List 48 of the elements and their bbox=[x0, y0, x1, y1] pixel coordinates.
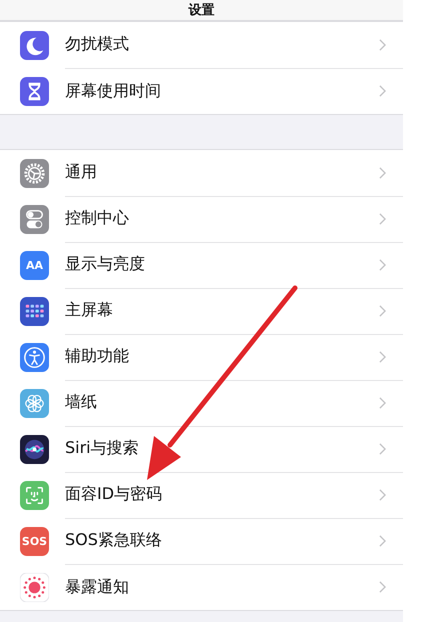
text-icon: AA bbox=[20, 250, 49, 280]
chevron-icon bbox=[379, 38, 386, 50]
settings-row[interactable]: AA 显示与亮度 bbox=[0, 242, 403, 288]
row-label: SOS紧急联络 bbox=[65, 530, 163, 551]
page-title: 设置 bbox=[188, 2, 214, 19]
settings-row[interactable]: SOS SOS紧急联络 bbox=[0, 518, 403, 564]
row-label: Siri与搜索 bbox=[65, 438, 140, 459]
chevron-icon bbox=[379, 85, 386, 97]
settings-row[interactable]: 控制中心 bbox=[0, 196, 403, 242]
settings-row[interactable]: 面容ID与密码 bbox=[0, 472, 403, 518]
text-icon: SOS bbox=[20, 526, 49, 556]
siri-icon bbox=[20, 434, 49, 464]
row-label: 辅助功能 bbox=[65, 346, 130, 367]
chevron-icon bbox=[379, 442, 386, 454]
row-label: 主屏幕 bbox=[65, 300, 114, 321]
chevron-icon bbox=[379, 212, 386, 224]
row-label: 通用 bbox=[65, 162, 98, 183]
settings-row[interactable]: 墙纸 bbox=[0, 380, 403, 426]
row-label: 屏幕使用时间 bbox=[65, 80, 162, 102]
flower-icon bbox=[20, 388, 49, 418]
gear-icon bbox=[20, 158, 49, 188]
row-label: 勿扰模式 bbox=[65, 34, 130, 55]
app-grid-icon bbox=[20, 296, 49, 326]
settings-row[interactable]: 通用 bbox=[0, 150, 403, 196]
chevron-icon bbox=[379, 258, 386, 270]
chevron-icon bbox=[379, 488, 386, 500]
moon-icon bbox=[20, 30, 49, 60]
hourglass-icon bbox=[20, 76, 49, 106]
row-label: 控制中心 bbox=[65, 208, 130, 229]
chevron-icon bbox=[379, 166, 386, 178]
settings-row[interactable]: 勿扰模式 bbox=[0, 22, 403, 68]
accessibility-icon bbox=[20, 342, 49, 372]
chevron-icon bbox=[379, 304, 386, 316]
face-scan-icon bbox=[20, 480, 49, 510]
chevron-icon bbox=[379, 534, 386, 546]
row-label: 暴露通知 bbox=[65, 576, 130, 598]
exposure-icon bbox=[20, 572, 49, 602]
chevron-icon bbox=[379, 581, 386, 593]
row-label: 面容ID与密码 bbox=[65, 484, 164, 505]
row-label: 显示与亮度 bbox=[65, 254, 146, 275]
settings-row[interactable]: 主屏幕 bbox=[0, 288, 403, 334]
chevron-icon bbox=[379, 350, 386, 362]
settings-row[interactable]: 屏幕使用时间 bbox=[0, 68, 403, 114]
chevron-icon bbox=[379, 396, 386, 408]
row-label: 墙纸 bbox=[65, 392, 98, 413]
settings-row[interactable]: 辅助功能 bbox=[0, 334, 403, 380]
toggles-icon bbox=[20, 204, 49, 234]
settings-row[interactable]: 暴露通知 bbox=[0, 564, 403, 610]
